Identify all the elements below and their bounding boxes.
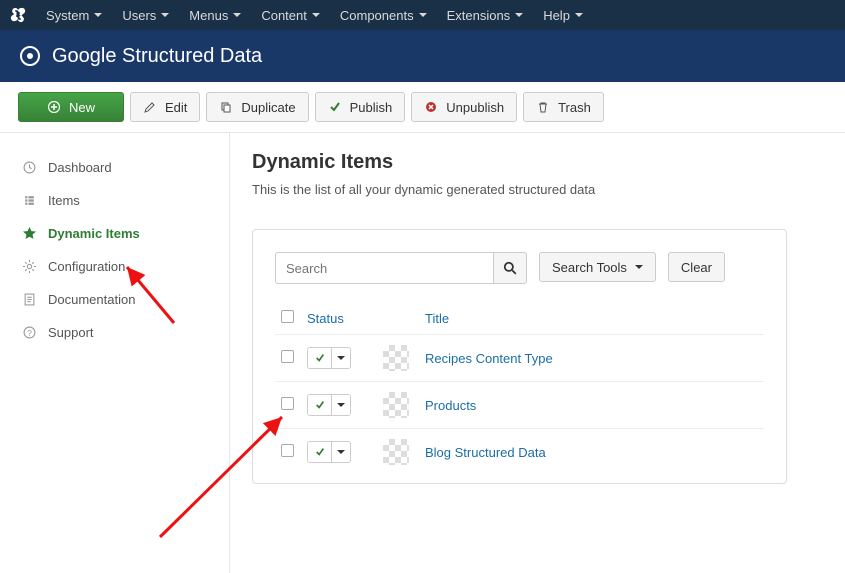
sidebar-item-items[interactable]: Items [18,184,219,217]
table-row: Blog Structured Data [275,429,764,476]
sidebar-item-label: Dashboard [48,160,112,175]
status-toggle[interactable] [307,441,351,463]
table-row: Products [275,382,764,429]
x-circle-icon [424,100,438,114]
item-thumbnail [383,392,409,418]
item-thumbnail [383,345,409,371]
page-header: Google Structured Data [0,30,845,82]
plus-icon [47,100,61,114]
items-panel: Search Tools Clear Status Title Recipes [252,229,787,484]
caret-icon [233,13,241,17]
page-title: Google Structured Data [52,45,262,68]
clear-button[interactable]: Clear [668,252,725,282]
joomla-icon [10,7,26,23]
row-checkbox[interactable] [281,444,294,457]
col-title[interactable]: Title [419,302,764,335]
caret-icon [515,13,523,17]
check-icon [308,348,332,368]
pencil-icon [143,100,157,114]
help-icon: ? [22,326,36,340]
check-icon [308,442,332,462]
row-checkbox[interactable] [281,397,294,410]
clock-icon [22,161,36,175]
sidebar-item-label: Support [48,325,94,340]
content-subtitle: This is the list of all your dynamic gen… [252,182,823,197]
menu-help[interactable]: Help [533,8,593,23]
sidebar: Dashboard Items Dynamic Items Configurat… [0,133,230,573]
action-toolbar: New Edit Duplicate Publish Unpublish Tra… [0,82,845,133]
search-icon [503,261,517,275]
sidebar-item-dashboard[interactable]: Dashboard [18,151,219,184]
sidebar-item-configuration[interactable]: Configuration [18,250,219,283]
sidebar-item-label: Items [48,193,80,208]
edit-button[interactable]: Edit [130,92,200,122]
sidebar-item-label: Dynamic Items [48,226,140,241]
item-title-link[interactable]: Blog Structured Data [425,445,546,460]
trash-button[interactable]: Trash [523,92,604,122]
menu-components[interactable]: Components [330,8,437,23]
sidebar-item-dynamic-items[interactable]: Dynamic Items [18,217,219,250]
sidebar-item-documentation[interactable]: Documentation [18,283,219,316]
sidebar-item-label: Configuration [48,259,125,274]
search-button[interactable] [493,252,527,284]
caret-icon [332,442,350,462]
duplicate-button[interactable]: Duplicate [206,92,308,122]
check-all[interactable] [281,310,294,323]
sidebar-item-support[interactable]: ? Support [18,316,219,349]
row-checkbox[interactable] [281,350,294,363]
admin-top-menu: System Users Menus Content Components Ex… [0,0,845,30]
caret-icon [332,348,350,368]
filter-bar: Search Tools Clear [275,252,764,284]
star-icon [22,227,36,241]
caret-icon [575,13,583,17]
publish-button[interactable]: Publish [315,92,406,122]
gear-icon [22,260,36,274]
unpublish-button[interactable]: Unpublish [411,92,517,122]
status-toggle[interactable] [307,347,351,369]
item-title-link[interactable]: Recipes Content Type [425,351,553,366]
table-row: Recipes Content Type [275,335,764,382]
search-input[interactable] [275,252,493,284]
caret-icon [312,13,320,17]
menu-extensions[interactable]: Extensions [437,8,534,23]
search-tools-button[interactable]: Search Tools [539,252,656,282]
caret-icon [94,13,102,17]
doc-icon [22,293,36,307]
status-toggle[interactable] [307,394,351,416]
menu-users[interactable]: Users [112,8,179,23]
copy-icon [219,100,233,114]
main-content: Dynamic Items This is the list of all yo… [230,133,845,573]
sidebar-item-label: Documentation [48,292,135,307]
check-icon [328,100,342,114]
content-title: Dynamic Items [252,151,823,174]
svg-text:?: ? [27,328,32,338]
items-table: Status Title Recipes Content Type Product… [275,302,764,475]
caret-icon [635,265,643,269]
trash-icon [536,100,550,114]
caret-icon [332,395,350,415]
item-thumbnail [383,439,409,465]
target-icon [20,46,40,66]
menu-content[interactable]: Content [251,8,330,23]
item-title-link[interactable]: Products [425,398,476,413]
col-status[interactable]: Status [301,302,377,335]
new-button[interactable]: New [18,92,124,122]
caret-icon [419,13,427,17]
check-icon [308,395,332,415]
menu-menus[interactable]: Menus [179,8,251,23]
caret-icon [161,13,169,17]
list-icon [22,194,36,208]
menu-system[interactable]: System [36,8,112,23]
